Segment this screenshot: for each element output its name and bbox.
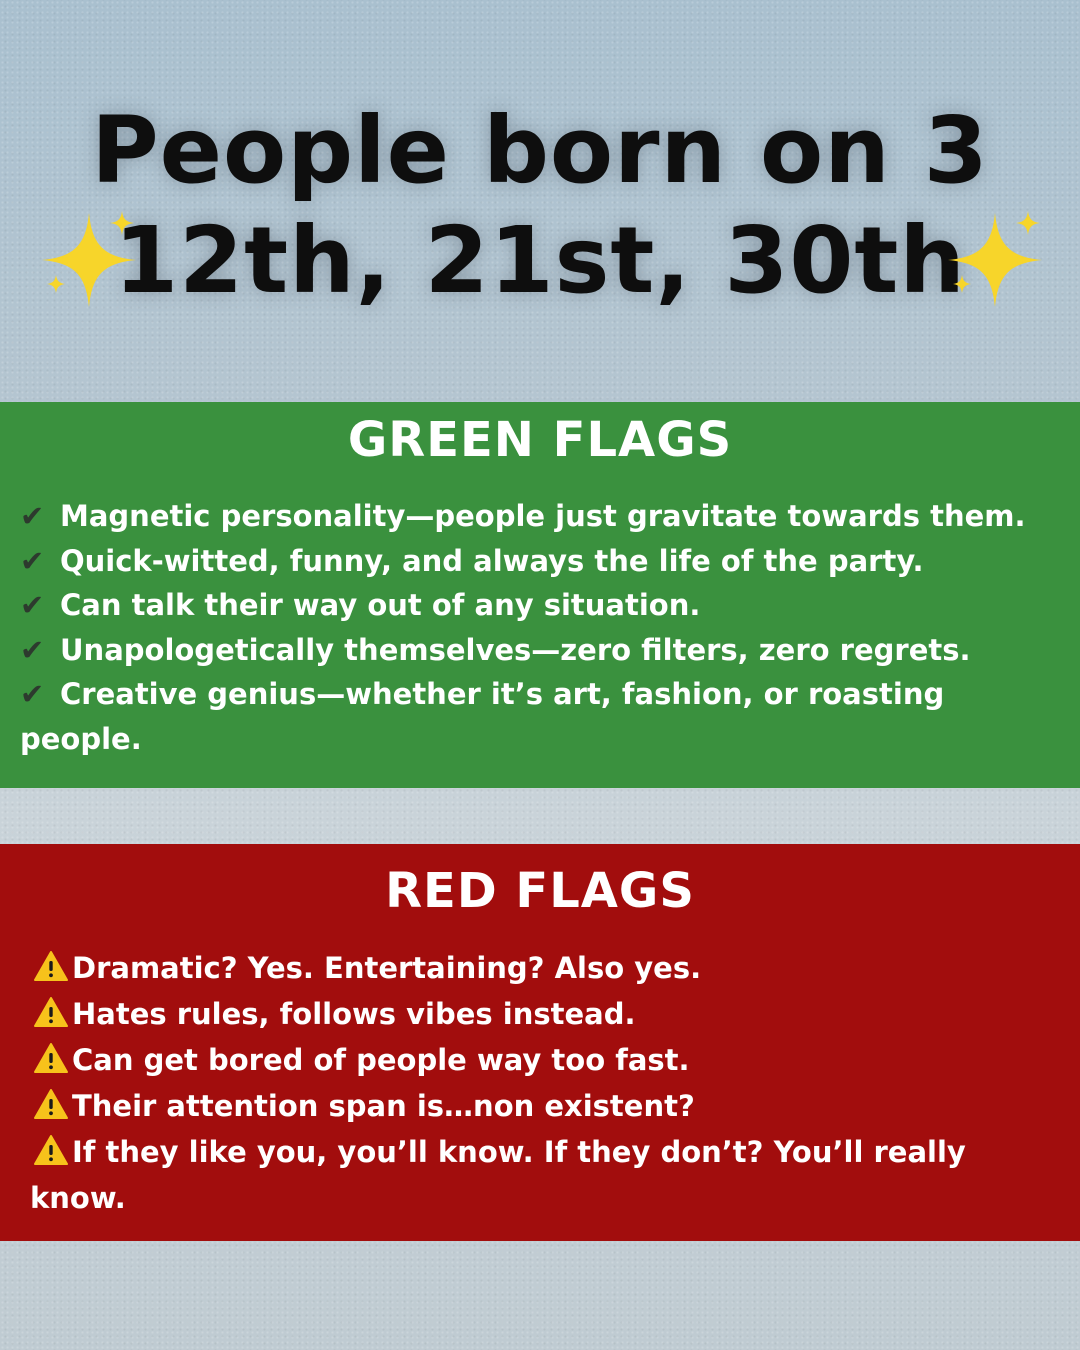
green-flag-item: ✔ Can talk their way out of any situation… — [20, 583, 1060, 628]
checkmark-icon: ✔ — [20, 543, 45, 578]
green-flag-text: Magnetic personality—people just gravita… — [60, 499, 1026, 533]
green-flags-heading: GREEN FLAGS — [347, 412, 733, 468]
green-flag-text: Quick-witted, funny, and always the life… — [60, 543, 924, 578]
green-flags-panel: GREEN FLAGS ✔ Magnetic personality—people… — [0, 402, 1080, 788]
red-flag-item: Their attention span is…non existent? — [30, 1083, 1050, 1129]
warning-icon — [34, 951, 68, 981]
page-title-line-2: 12th, 21st, 30th — [114, 207, 966, 314]
red-flags-list: Dramatic? Yes. Entertaining? Also yes. H… — [0, 945, 1080, 1221]
checkmark-icon: ✔ — [20, 588, 45, 622]
red-flags-heading: RED FLAGS — [385, 863, 695, 919]
checkmark-icon: ✔ — [20, 632, 45, 667]
sparkles-icon — [42, 211, 136, 307]
green-flag-item: ✔ Quick-witted, funny, and always the lif… — [20, 539, 1060, 584]
green-flags-list: ✔ Magnetic personality—people just gravit… — [0, 494, 1080, 761]
green-flag-text: Can talk their way out of any situation. — [60, 588, 701, 622]
page-title-line-1: People born on 3 — [91, 97, 989, 204]
red-flag-item: Hates rules, follows vibes instead. — [30, 991, 1050, 1037]
green-flag-text: Unapologetically themselves—zero filters… — [60, 632, 971, 667]
red-flag-item: Can get bored of people way too fast. — [30, 1037, 1050, 1083]
red-flag-text: Dramatic? Yes. Entertaining? Also yes. — [72, 951, 702, 985]
checkmark-icon: ✔ — [20, 677, 45, 711]
green-flag-text: Creative genius—whether it’s art, fashio… — [20, 677, 945, 756]
green-flag-item: ✔ Creative genius—whether it’s art, fashi… — [20, 672, 1060, 761]
warning-icon — [34, 997, 68, 1027]
red-flag-text: Hates rules, follows vibes instead. — [72, 997, 636, 1031]
sparkles-icon — [948, 211, 1042, 307]
warning-icon — [34, 1135, 68, 1165]
green-flag-item: ✔ Unapologetically themselves—zero filter… — [20, 628, 1060, 673]
red-flag-text: If they like you, you’ll know. If they d… — [30, 1135, 966, 1215]
red-flag-text: Can get bored of people way too fast. — [72, 1043, 690, 1077]
checkmark-icon: ✔ — [20, 499, 45, 533]
red-flag-item: If they like you, you’ll know. If they d… — [30, 1129, 1050, 1221]
warning-icon — [34, 1089, 68, 1119]
red-flag-text: Their attention span is…non existent? — [72, 1089, 695, 1123]
green-flag-item: ✔ Magnetic personality—people just gravit… — [20, 494, 1060, 539]
red-flag-item: Dramatic? Yes. Entertaining? Also yes. — [30, 945, 1050, 991]
red-flags-panel: RED FLAGS Dramatic? Yes. Entertaining? A… — [0, 844, 1080, 1241]
warning-icon — [34, 1043, 68, 1073]
